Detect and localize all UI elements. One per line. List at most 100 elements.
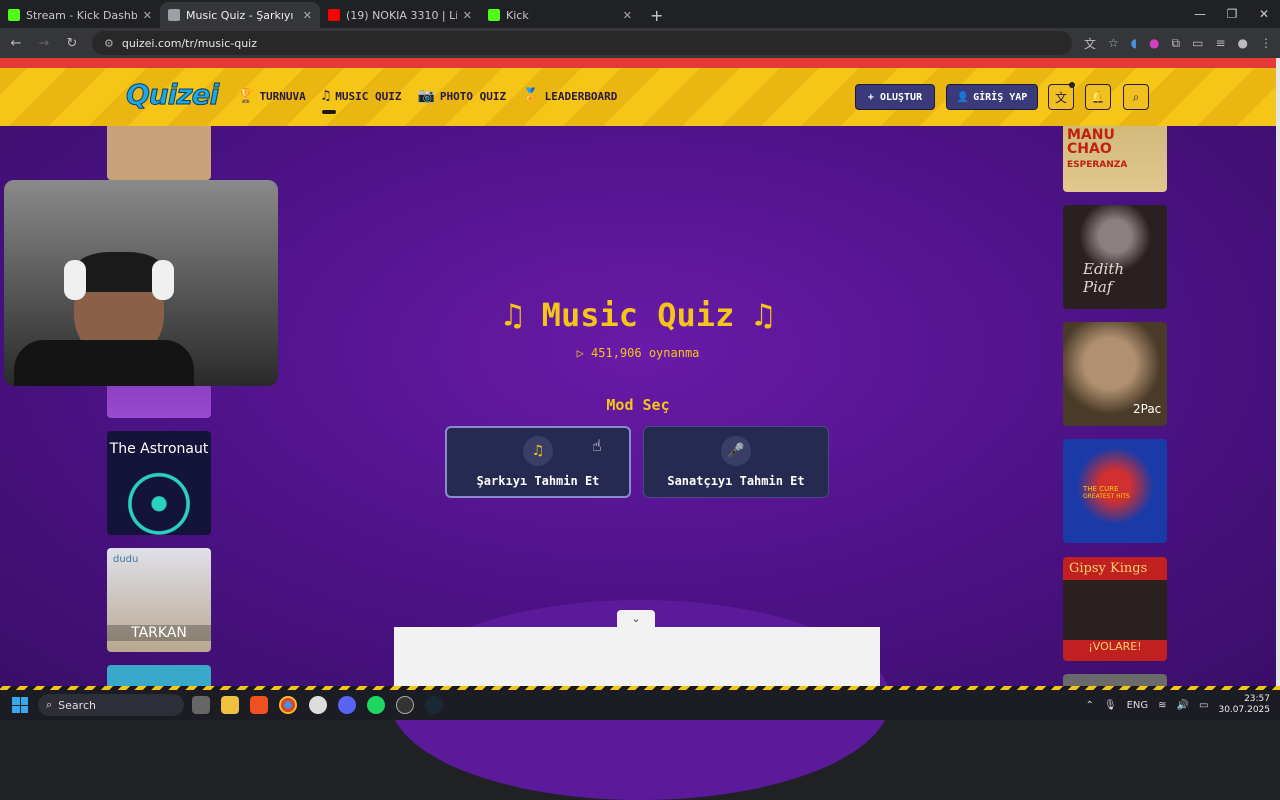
sidebar-icon[interactable]: ▭ bbox=[1192, 36, 1203, 50]
tab-close-icon[interactable]: ✕ bbox=[463, 9, 472, 22]
album-cover-edith-piaf: Edith Piaf bbox=[1063, 205, 1167, 309]
status-dot bbox=[1069, 82, 1075, 88]
obs-icon[interactable] bbox=[396, 696, 414, 714]
album-cover-manu-chao: MANU CHAO ESPERANZA bbox=[1063, 126, 1167, 192]
steelseries-icon[interactable] bbox=[309, 696, 327, 714]
quizei-favicon-icon bbox=[168, 9, 180, 21]
media-icon[interactable]: ≡ bbox=[1215, 36, 1225, 50]
page-title: ♫ Music Quiz ♫ bbox=[0, 296, 1276, 334]
search-button[interactable]: ⌕ bbox=[1123, 84, 1149, 110]
tab-kick-dashboard[interactable]: Stream - Kick Dashboard ✕ bbox=[0, 2, 160, 28]
mode-guess-artist-button[interactable]: 🎤 Sanatçıyı Tahmin Et bbox=[643, 426, 829, 498]
album-subtitle: ¡VOLARE! bbox=[1088, 640, 1142, 653]
windows-start-icon[interactable] bbox=[12, 697, 28, 713]
translate-icon[interactable]: 文 bbox=[1084, 35, 1096, 52]
music-note-icon: ♫ bbox=[321, 88, 331, 104]
microphone-icon: 🎤 bbox=[721, 436, 751, 466]
bookmark-star-icon[interactable]: ☆ bbox=[1108, 36, 1119, 50]
nav-label: TURNUVA bbox=[259, 89, 306, 103]
tab-close-icon[interactable]: ✕ bbox=[143, 9, 152, 22]
extension-icon[interactable]: ● bbox=[1149, 36, 1159, 50]
album-title: MANU CHAO bbox=[1067, 127, 1115, 157]
clock[interactable]: 23:57 30.07.2025 bbox=[1218, 694, 1270, 716]
new-tab-button[interactable]: + bbox=[640, 2, 673, 28]
album-title: Gipsy Kings bbox=[1069, 561, 1148, 576]
taskbar-search[interactable]: ⌕ Search bbox=[38, 694, 184, 716]
create-button[interactable]: + OLUŞTUR bbox=[855, 84, 935, 110]
album-title: The Astronaut bbox=[109, 441, 209, 457]
tab-kick[interactable]: Kick ✕ bbox=[480, 2, 640, 28]
headphones-icon bbox=[64, 260, 86, 300]
mode-guess-song-button[interactable]: ♫ Şarkıyı Tahmin Et bbox=[445, 426, 631, 498]
profile-avatar-icon[interactable]: ● bbox=[1238, 36, 1248, 50]
nav-photo-quiz[interactable]: 📷 PHOTO QUIZ bbox=[417, 88, 506, 104]
search-icon: ⌕ bbox=[1132, 89, 1140, 104]
medal-icon: 🏅 bbox=[522, 88, 540, 104]
mode-label: Şarkıyı Tahmin Et bbox=[476, 474, 600, 488]
page-scrollbar[interactable] bbox=[1276, 58, 1280, 686]
reload-icon[interactable]: ↻ bbox=[64, 36, 80, 51]
chevron-down-icon[interactable]: ⌄ bbox=[617, 610, 655, 628]
steam-icon[interactable] bbox=[425, 696, 443, 714]
microphone-icon[interactable]: 🎙 bbox=[1104, 700, 1117, 711]
trophy-icon: 🏆 bbox=[237, 88, 255, 104]
tab-close-icon[interactable]: ✕ bbox=[303, 9, 312, 22]
page-title-text: Music Quiz bbox=[541, 296, 735, 334]
menu-dots-icon[interactable]: ⋮ bbox=[1260, 36, 1272, 50]
nav-label: LEADERBOARD bbox=[544, 89, 618, 103]
tab-close-icon[interactable]: ✕ bbox=[623, 9, 632, 22]
site-logo[interactable]: Quizei bbox=[125, 78, 219, 112]
language-button[interactable]: 文 bbox=[1048, 82, 1075, 110]
album-cover-gipsy-kings: Gipsy Kings ¡VOLARE! bbox=[1063, 557, 1167, 661]
youtube-favicon-icon bbox=[328, 9, 340, 21]
login-button[interactable]: 👤 GİRİŞ YAP bbox=[946, 84, 1038, 110]
forward-icon[interactable]: → bbox=[36, 36, 52, 51]
brave-icon[interactable] bbox=[250, 696, 268, 714]
tab-youtube[interactable]: (19) NOKIA 3310 | Liquid D ✕ bbox=[320, 2, 480, 28]
minimize-icon[interactable]: — bbox=[1184, 0, 1216, 28]
url-input[interactable]: ⚙ quizei.com/tr/music-quiz bbox=[92, 31, 1072, 55]
extension-icon[interactable]: ◖ bbox=[1131, 36, 1137, 50]
nav-music-quiz[interactable]: ♫ MUSIC QUIZ bbox=[321, 88, 402, 114]
album-subtitle: dudu bbox=[113, 554, 139, 565]
album-subtitle: GREATEST HITS bbox=[1083, 493, 1130, 500]
music-note-icon: ♫ bbox=[523, 436, 553, 466]
window-controls: — ❐ ✕ bbox=[1184, 0, 1280, 28]
nav-label: MUSIC QUIZ bbox=[335, 89, 402, 103]
battery-icon[interactable]: ▭ bbox=[1199, 700, 1208, 711]
album-cover-tarkan: dudu TARKAN bbox=[107, 548, 211, 652]
kick-favicon-icon bbox=[488, 9, 500, 21]
tab-music-quiz[interactable]: Music Quiz - Şarkıyı veya sanat ✕ bbox=[160, 2, 320, 28]
notifications-button[interactable]: 🔔 bbox=[1085, 84, 1111, 110]
extensions-puzzle-icon[interactable]: ⧉ bbox=[1172, 36, 1181, 51]
user-icon: 👤 bbox=[956, 91, 970, 103]
tab-title: (19) NOKIA 3310 | Liquid D bbox=[346, 8, 457, 22]
spotify-icon[interactable] bbox=[367, 696, 385, 714]
album-cover bbox=[1063, 674, 1167, 686]
nav-turnuva[interactable]: 🏆 TURNUVA bbox=[237, 88, 306, 104]
wifi-icon[interactable]: ≋ bbox=[1158, 700, 1166, 711]
play-icon: ▷ bbox=[576, 346, 592, 360]
back-icon[interactable]: ← bbox=[8, 36, 24, 51]
album-cover bbox=[107, 665, 211, 686]
url-text: quizei.com/tr/music-quiz bbox=[121, 36, 257, 50]
language-indicator[interactable]: ENG bbox=[1127, 700, 1149, 711]
album-cover-astronaut: The Astronaut bbox=[107, 431, 211, 535]
volume-icon[interactable]: 🔊 bbox=[1177, 700, 1189, 711]
file-explorer-icon[interactable] bbox=[221, 696, 239, 714]
site-info-icon[interactable]: ⚙ bbox=[104, 37, 114, 50]
album-cover bbox=[107, 126, 211, 180]
discord-icon[interactable] bbox=[338, 696, 356, 714]
nav-leaderboard[interactable]: 🏅 LEADERBOARD bbox=[522, 88, 617, 104]
top-accent-strip bbox=[0, 58, 1280, 68]
clock-time: 23:57 bbox=[1244, 694, 1270, 704]
streamer-hair bbox=[76, 252, 162, 292]
main-nav: 🏆 TURNUVA ♫ MUSIC QUIZ 📷 PHOTO QUIZ 🏅 LE… bbox=[237, 88, 617, 114]
maximize-icon[interactable]: ❐ bbox=[1216, 0, 1248, 28]
close-window-icon[interactable]: ✕ bbox=[1248, 0, 1280, 28]
chrome-icon[interactable] bbox=[279, 696, 297, 714]
taskbar: ⌕ Search ⌃ 🎙 ENG ≋ 🔊 ▭ 23:57 30.07.2025 bbox=[0, 690, 1280, 720]
mode-label: Sanatçıyı Tahmin Et bbox=[667, 474, 805, 488]
chevron-up-icon[interactable]: ⌃ bbox=[1086, 700, 1094, 711]
task-view-icon[interactable] bbox=[192, 696, 210, 714]
